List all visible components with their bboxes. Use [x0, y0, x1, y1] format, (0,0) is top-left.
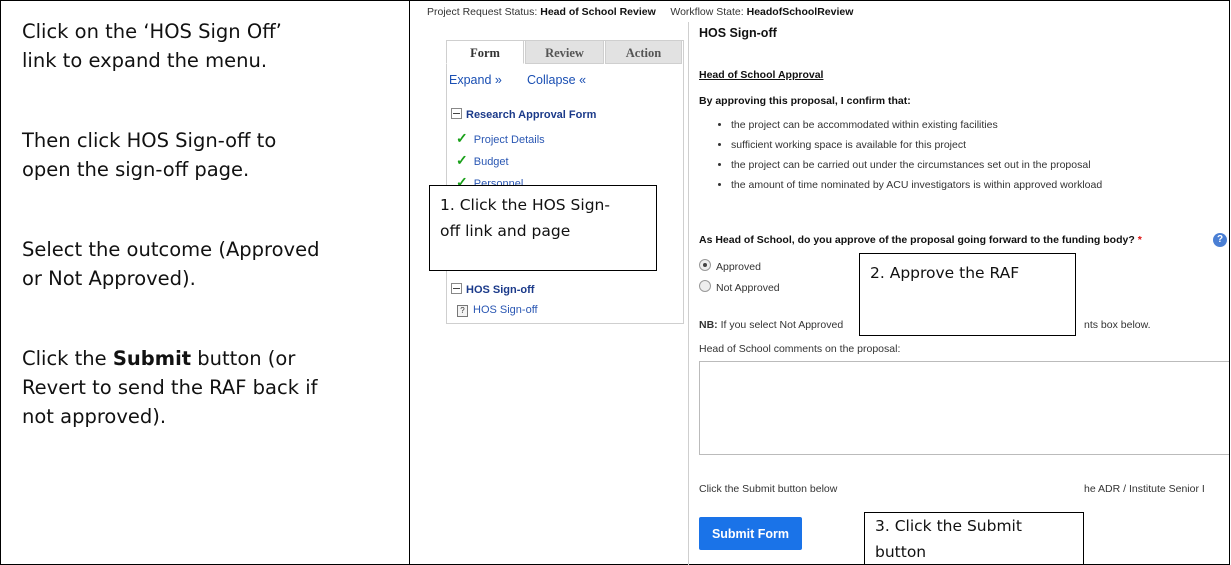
callout-line: 1. Click the HOS Sign- — [440, 196, 610, 214]
form-subtitle: Head of School Approval — [699, 69, 824, 81]
callout-line: 3. Click the Submit — [875, 517, 1022, 535]
callout-line: off link and page — [440, 222, 571, 240]
instruction-line: link to expand the menu. — [22, 49, 268, 72]
radio-label: Not Approved — [716, 282, 780, 294]
radio-label: Approved — [716, 261, 761, 273]
form-title: HOS Sign-off — [699, 26, 777, 40]
tree-item-label: Budget — [473, 156, 509, 168]
tab-review[interactable]: Review — [525, 40, 604, 64]
tree-folder-hos-sign-off[interactable]: HOS Sign-off — [451, 283, 534, 296]
instruction-line: open the sign-off page. — [22, 158, 250, 181]
instruction-line: or Not Approved). — [22, 267, 196, 290]
callout-step-1: 1. Click the HOS Sign- off link and page — [429, 185, 657, 271]
submit-hint-tail: he ADR / Institute Senior I — [1084, 483, 1205, 495]
tree-item-hos-sign-off[interactable]: ? HOS Sign-off — [457, 304, 538, 317]
callout-line: 2. Approve the RAF — [870, 264, 1020, 282]
instruction-line: Click the Submit button (or — [22, 344, 317, 373]
instruction-line: not approved). — [22, 405, 167, 428]
instruction-bold-submit: Submit — [112, 347, 192, 370]
radio-not-approved[interactable]: Not Approved — [699, 280, 780, 294]
table-divider — [409, 0, 410, 565]
comments-label: Head of School comments on the proposal: — [699, 343, 901, 355]
expand-link[interactable]: Expand » — [449, 73, 502, 87]
callout-step-2: 2. Approve the RAF — [859, 253, 1076, 336]
status-value: Head of School Review — [540, 6, 656, 18]
callout-line: button — [875, 543, 927, 561]
nb-note: NB: If you select Not Approved — [699, 319, 843, 331]
instruction-line: Revert to send the RAF back if — [22, 376, 318, 399]
list-item: the project can be accommodated within e… — [731, 115, 1102, 135]
tree-folder-label: Research Approval Form — [466, 109, 597, 121]
instruction-line: Click on the ‘HOS Sign Off’ — [22, 20, 282, 43]
collapse-box-icon — [451, 108, 462, 119]
question-page-icon: ? — [457, 305, 468, 317]
instruction-step-2: Then click HOS Sign-off to open the sign… — [22, 126, 276, 184]
confirm-list: the project can be accommodated within e… — [717, 115, 1102, 195]
instruction-text: button (or — [191, 347, 296, 370]
tab-form[interactable]: Form — [446, 40, 524, 64]
status-bar: Project Request Status: Head of School R… — [427, 6, 853, 18]
tree-item-label: Project Details — [473, 134, 545, 146]
checkmark-icon: ✓ — [456, 152, 468, 168]
instruction-step-4: Click the Submit button (or Revert to se… — [22, 344, 317, 431]
tree-item-budget[interactable]: ✓ Budget — [456, 152, 509, 169]
app-screenshot: Project Request Status: Head of School R… — [411, 0, 1229, 565]
nb-label: NB: — [699, 319, 718, 331]
instruction-step-3: Select the outcome (Approved or Not Appr… — [22, 235, 319, 293]
comments-textarea[interactable] — [699, 361, 1229, 455]
instruction-line: Select the outcome (Approved — [22, 238, 320, 261]
list-item: the project can be carried out under the… — [731, 155, 1102, 175]
nb-note-tail: nts box below. — [1084, 319, 1151, 331]
radio-approved[interactable]: Approved — [699, 259, 761, 273]
submit-hint: Click the Submit button below — [699, 483, 838, 495]
tab-action[interactable]: Action — [605, 40, 682, 64]
nb-text: If you select Not Approved — [720, 319, 844, 331]
instruction-text: Click the — [22, 347, 113, 370]
callout-step-3: 3. Click the Submit button — [864, 512, 1084, 565]
collapse-link[interactable]: Collapse « — [527, 73, 586, 87]
tree-folder-label: HOS Sign-off — [466, 284, 535, 296]
checkmark-icon: ✓ — [456, 130, 468, 146]
tree-folder-research-approval-form[interactable]: Research Approval Form — [451, 108, 596, 121]
submit-form-button[interactable]: Submit Form — [699, 517, 802, 550]
tree-item-label: HOS Sign-off — [473, 304, 538, 316]
required-marker: * — [1137, 234, 1142, 246]
status-label: Project Request Status: — [427, 6, 538, 18]
collapse-box-icon — [451, 283, 462, 294]
tree-item-project-details[interactable]: ✓ Project Details — [456, 130, 545, 147]
radio-selected-icon — [699, 259, 711, 271]
help-icon[interactable]: ? — [1213, 233, 1227, 247]
question-text: As Head of School, do you approve of the… — [699, 234, 1135, 246]
radio-unselected-icon — [699, 280, 711, 292]
instruction-step-1: Click on the ‘HOS Sign Off’ link to expa… — [22, 17, 282, 75]
confirm-text: By approving this proposal, I confirm th… — [699, 95, 911, 107]
workflow-state: HeadofSchoolReview — [746, 6, 854, 18]
list-item: sufficient working space is available fo… — [731, 135, 1102, 155]
instruction-line: Then click HOS Sign-off to — [22, 129, 277, 152]
list-item: the amount of time nominated by ACU inve… — [731, 175, 1102, 195]
workflow-label: Workflow State: — [670, 6, 744, 18]
approval-question: As Head of School, do you approve of the… — [699, 234, 1142, 246]
